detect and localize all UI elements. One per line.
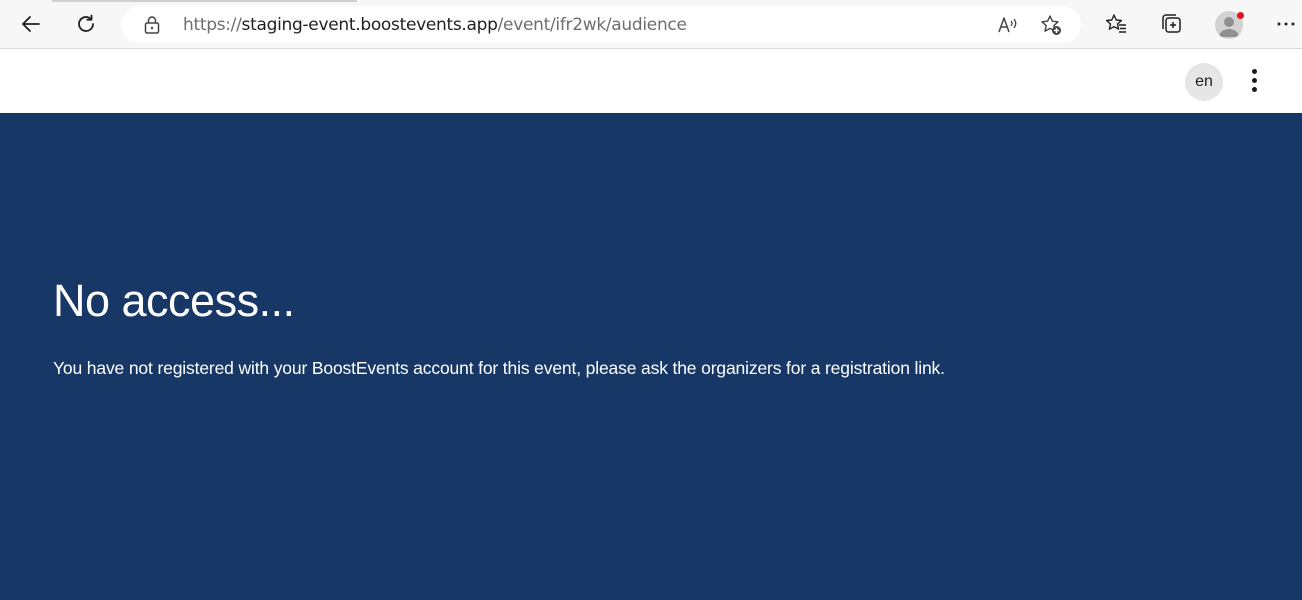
favorites-icon[interactable] xyxy=(1102,10,1130,38)
page-title: No access... xyxy=(53,275,295,326)
more-options-icon[interactable] xyxy=(1272,10,1300,38)
browser-toolbar: https://staging-event.boostevents.app/ev… xyxy=(0,0,1302,49)
main-content: No access... You have not registered wit… xyxy=(0,113,1302,600)
back-button[interactable] xyxy=(16,9,46,39)
back-arrow-icon xyxy=(22,16,40,32)
language-button[interactable]: en xyxy=(1185,63,1223,101)
url-path: /event/ifr2wk/audience xyxy=(497,15,687,35)
tab-indicator xyxy=(52,0,357,2)
no-access-message: You have not registered with your BoostE… xyxy=(53,358,945,378)
add-favorite-icon[interactable] xyxy=(1039,13,1063,37)
address-bar[interactable]: https://staging-event.boostevents.app/ev… xyxy=(121,6,1081,43)
collections-icon[interactable] xyxy=(1157,10,1185,38)
profile-notification-dot xyxy=(1237,12,1244,19)
url-text[interactable]: https://staging-event.boostevents.app/ev… xyxy=(183,15,687,35)
app-header: en xyxy=(0,49,1302,113)
refresh-icon xyxy=(78,14,94,32)
url-host: staging-event.boostevents.app xyxy=(241,15,498,35)
url-scheme: https:// xyxy=(183,15,242,35)
menu-dot xyxy=(1251,86,1257,92)
menu-dot xyxy=(1251,77,1257,83)
read-aloud-icon[interactable] xyxy=(996,13,1020,37)
refresh-button[interactable] xyxy=(71,9,101,39)
menu-dot xyxy=(1251,68,1257,74)
kebab-menu-icon[interactable] xyxy=(1242,63,1266,97)
lock-icon[interactable] xyxy=(143,15,161,40)
